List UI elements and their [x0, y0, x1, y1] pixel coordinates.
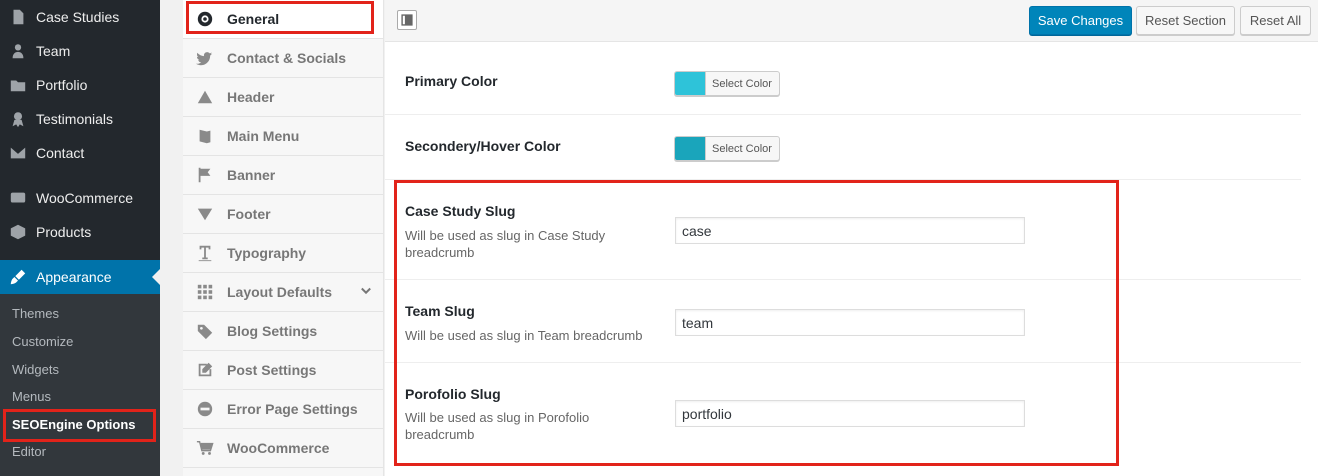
layout-icon	[401, 14, 413, 26]
tab-woocommerce[interactable]: WooCommerce	[183, 429, 383, 468]
options-nav: General Contact & Socials Header Main Me…	[183, 0, 384, 476]
reset-all-button[interactable]: Reset All	[1240, 6, 1311, 35]
submenu-item-editor[interactable]: Editor	[12, 442, 46, 462]
flag-icon	[183, 166, 227, 184]
sidebar-item-label: Portfolio	[36, 77, 88, 93]
tab-label: Footer	[227, 206, 271, 222]
setting-label: Primary Color	[405, 73, 498, 89]
sidebar-item-label: WooCommerce	[36, 190, 133, 206]
tab-label: Error Page Settings	[227, 401, 358, 417]
hover-color-picker[interactable]: Select Color	[674, 136, 780, 161]
person-icon	[0, 42, 36, 60]
twitter-icon	[183, 49, 227, 67]
sidebar-item-team[interactable]: Team	[0, 34, 160, 68]
sidebar-item-woocommerce[interactable]: WooCommerce	[0, 181, 160, 215]
tab-post-settings[interactable]: Post Settings	[183, 351, 383, 390]
sidebar-item-appearance[interactable]: Appearance	[0, 260, 160, 294]
text-icon	[183, 244, 227, 262]
submenu-item-customize[interactable]: Customize	[12, 332, 73, 352]
sidebar-item-testimonials[interactable]: Testimonials	[0, 102, 160, 136]
sidebar-item-label: Appearance	[36, 269, 112, 285]
award-icon	[0, 110, 36, 128]
submenu-item-widgets[interactable]: Widgets	[12, 360, 59, 380]
tab-main-menu[interactable]: Main Menu	[183, 117, 383, 156]
tab-label: Main Menu	[227, 128, 300, 144]
app-root: Case Studies Team Portfolio Testimonials…	[0, 0, 1318, 476]
sidebar-item-contact[interactable]: Contact	[0, 136, 160, 170]
setting-row-hover-color: Secondery/Hover Color Select Color	[385, 115, 1301, 180]
current-menu-arrow	[152, 269, 160, 285]
tab-label: Blog Settings	[227, 323, 318, 339]
select-color-label: Select Color	[712, 142, 772, 155]
woo-icon	[0, 189, 36, 207]
chevron-down-icon[interactable]	[359, 285, 373, 302]
tab-label: Typography	[227, 245, 307, 261]
tab-label: Banner	[227, 167, 276, 183]
sidebar-item-label: Contact	[36, 145, 85, 161]
folder-icon	[0, 76, 36, 94]
tags-icon	[183, 322, 227, 340]
tab-contact-socials[interactable]: Contact & Socials	[183, 39, 383, 78]
tab-layout-defaults[interactable]: Layout Defaults	[183, 273, 383, 312]
tab-footer[interactable]: Footer	[183, 195, 383, 234]
sidebar-item-portfolio[interactable]: Portfolio	[0, 68, 160, 102]
grid-icon	[183, 283, 227, 301]
setting-row-primary-color: Primary Color Select Color	[385, 42, 1301, 115]
tab-header[interactable]: Header	[183, 78, 383, 117]
color-swatch	[675, 72, 706, 95]
triangle-up-icon	[183, 88, 227, 106]
primary-color-picker[interactable]: Select Color	[674, 71, 780, 96]
setting-label: Secondery/Hover Color	[405, 138, 561, 154]
edit-icon	[183, 361, 227, 379]
tab-typography[interactable]: Typography	[183, 234, 383, 273]
submenu-item-menus[interactable]: Menus	[12, 387, 51, 407]
submenu-item-themes[interactable]: Themes	[12, 304, 59, 324]
triangle-down-icon	[183, 205, 227, 223]
highlight-box-general-tab	[186, 1, 374, 34]
cart-icon	[183, 439, 227, 457]
select-color-label: Select Color	[712, 77, 772, 90]
sidebar-item-label: Team	[36, 43, 71, 59]
tab-label: Layout Defaults	[227, 284, 333, 300]
paintbrush-icon	[0, 268, 36, 286]
tab-error-page-settings[interactable]: Error Page Settings	[183, 390, 383, 429]
sidebar-item-label: Products	[36, 224, 92, 240]
mail-icon	[0, 144, 36, 162]
options-toolbar: Save Changes Reset Section Reset All	[385, 0, 1318, 42]
tab-label: WooCommerce	[227, 440, 330, 456]
book-icon	[183, 127, 227, 145]
expand-layout-button[interactable]	[397, 10, 417, 30]
appearance-submenu: Themes Customize Widgets Menus SEOEngine…	[0, 294, 160, 476]
save-changes-button[interactable]: Save Changes	[1029, 6, 1132, 35]
box-icon	[0, 223, 36, 241]
highlight-box-slug-settings	[394, 180, 1119, 466]
highlight-box-seoengine-options	[3, 409, 156, 442]
minus-circle-icon	[183, 400, 227, 418]
color-swatch	[675, 137, 706, 160]
tab-label: Contact & Socials	[227, 50, 347, 66]
tab-label: Header	[227, 89, 275, 105]
sidebar-item-label: Case Studies	[36, 9, 120, 25]
sidebar-item-products[interactable]: Products	[0, 215, 160, 249]
document-icon	[0, 8, 36, 26]
tab-banner[interactable]: Banner	[183, 156, 383, 195]
wp-admin-sidebar: Case Studies Team Portfolio Testimonials…	[0, 0, 160, 476]
tab-label: Post Settings	[227, 362, 317, 378]
sidebar-item-label: Testimonials	[36, 111, 114, 127]
tab-blog-settings[interactable]: Blog Settings	[183, 312, 383, 351]
sidebar-item-case-studies[interactable]: Case Studies	[0, 0, 160, 34]
reset-section-button[interactable]: Reset Section	[1136, 6, 1235, 35]
